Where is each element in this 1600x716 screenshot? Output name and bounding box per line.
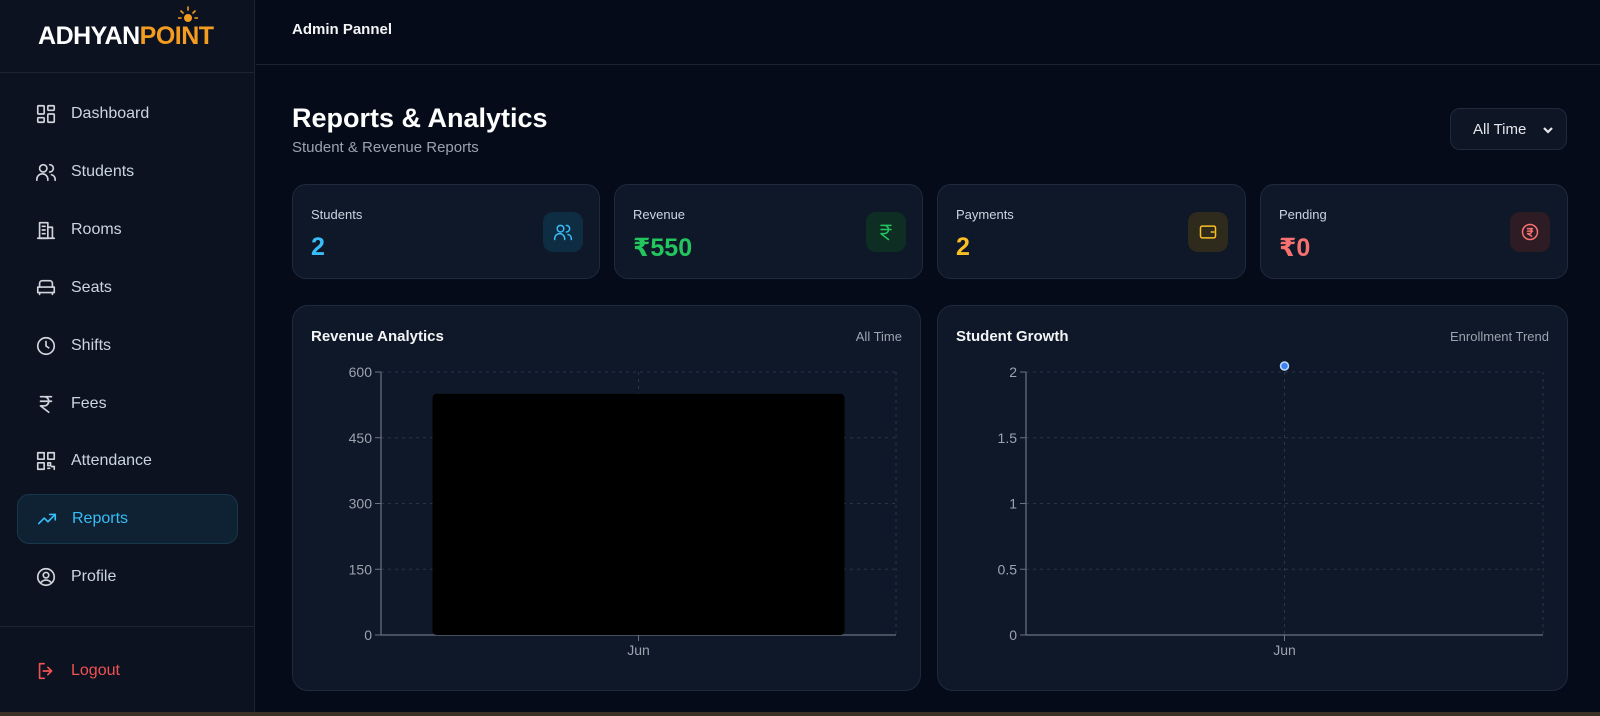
sun-icon [178,5,198,22]
revenue-bar [432,393,845,635]
sidebar: ADHYANPOINT Dashboard Students Rooms Sea… [0,0,255,716]
x-tick-label: Jun [627,642,650,658]
revenue-analytics-panel: Revenue Analytics All Time 0 150 300 450 600… [292,305,921,691]
rupee-coin-icon [1510,212,1550,252]
chevron-down-icon [1542,123,1554,135]
brand-logo[interactable]: ADHYANPOINT [38,5,214,51]
y-tick-label: 600 [349,364,373,380]
brand-part1: DHYAN [55,21,141,50]
brand-header: ADHYANPOINT [0,0,254,73]
rupee-icon [35,393,57,415]
sidebar-item-label: Seats [71,279,112,296]
trending-up-icon [36,508,58,530]
sidebar-item-students[interactable]: Students [17,147,238,197]
rupee-icon [866,212,906,252]
page-subtitle: Student & Revenue Reports [292,139,479,156]
y-tick-label: 1 [1009,496,1017,512]
logout-label: Logout [71,662,120,679]
stat-card-payments: Payments 2 [937,184,1246,279]
stat-card-pending: Pending ₹0 [1260,184,1568,279]
stat-value: ₹550 [633,234,693,262]
stat-card-students: Students 2 [292,184,600,279]
sidebar-item-label: Attendance [71,452,152,469]
sidebar-item-label: Dashboard [71,105,150,122]
sidebar-divider [0,626,255,627]
users-icon [543,212,583,252]
sidebar-item-reports[interactable]: Reports [17,494,238,544]
sidebar-item-dashboard[interactable]: Dashboard [17,89,238,139]
bottom-strip [0,712,1600,716]
building-icon [35,219,57,241]
sidebar-item-fees[interactable]: Fees [17,379,238,429]
stat-label: Students [311,207,363,222]
y-tick-label: 0 [1009,627,1017,643]
stat-value: 2 [311,233,325,261]
sidebar-item-seats[interactable]: Seats [17,263,238,313]
revenue-bar-chart: 0 150 300 450 600 Jun [349,364,897,658]
y-tick-label: 450 [349,430,373,446]
logout-icon [35,660,57,682]
topbar-title: Admin Pannel [292,21,393,38]
stat-label: Pending [1279,207,1327,222]
qr-code-icon [35,450,57,472]
logout-button[interactable]: Logout [17,646,238,696]
y-tick-label: 0.5 [998,561,1018,577]
time-range-select[interactable]: All Time [1450,108,1567,150]
x-tick-label: Jun [1273,642,1296,658]
users-icon [35,161,57,183]
sidebar-item-label: Profile [71,568,117,585]
app-root: ADHYANPOINT Dashboard Students Rooms Sea… [0,0,1600,716]
sidebar-item-label: Rooms [71,221,122,238]
brand-a-letter: A [38,21,56,50]
stat-card-revenue: Revenue ₹550 [614,184,923,279]
sidebar-item-label: Students [71,163,135,180]
stat-label: Payments [956,207,1014,222]
topbar: Admin Pannel [256,0,1600,65]
sidebar-item-profile[interactable]: Profile [17,552,238,602]
page-title: Reports & Analytics [292,103,548,133]
sofa-icon [35,277,57,299]
user-circle-icon [35,566,57,588]
sidebar-item-rooms[interactable]: Rooms [17,205,238,255]
stat-value: 2 [956,233,970,261]
y-tick-label: 2 [1009,364,1017,380]
sidebar-nav: Dashboard Students Rooms Seats Shifts Fe… [0,73,254,587]
growth-point [1279,361,1290,371]
student-growth-panel: Student Growth Enrollment Trend 0 0.5 1 1.5… [937,305,1568,691]
y-tick-label: 150 [349,561,373,577]
student-growth-line-chart: 0 0.5 1 1.5 2 Jun [998,361,1544,658]
sidebar-item-shifts[interactable]: Shifts [17,321,238,371]
sidebar-item-label: Shifts [71,337,112,354]
time-range-value: All Time [1473,120,1527,138]
dashboard-icon [35,103,57,125]
stat-value: ₹0 [1279,234,1311,262]
stat-label: Revenue [633,207,686,222]
brand-part2: POINT [139,21,214,50]
y-tick-label: 0 [364,627,372,643]
sidebar-item-label: Reports [72,510,129,527]
sidebar-item-attendance[interactable]: Attendance [17,436,238,486]
y-tick-label: 300 [349,496,373,512]
y-tick-label: 1.5 [998,430,1018,446]
sidebar-item-label: Fees [71,395,107,412]
wallet-icon [1188,212,1228,252]
clock-icon [35,335,57,357]
